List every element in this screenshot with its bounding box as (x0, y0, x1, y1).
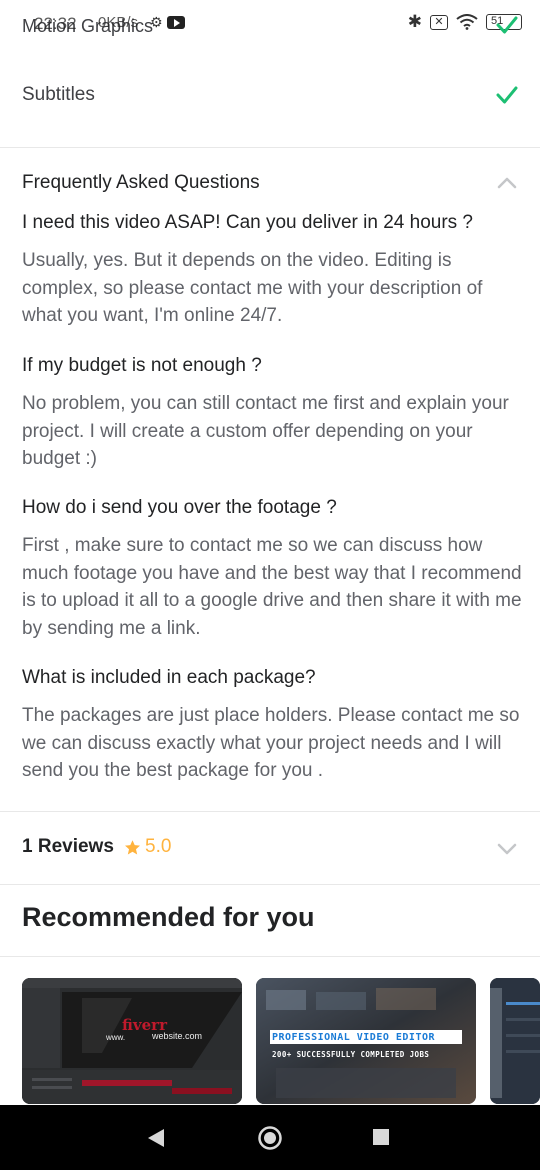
notification-icons: ⚙ (150, 14, 185, 31)
sim-off-icon: ✕ (430, 14, 448, 30)
system-navigation-bar (0, 1105, 540, 1170)
card-url-suffix: website.com (152, 1031, 203, 1041)
card-subline: 200+ SUCCESSFULLY COMPLETED JOBS (272, 1050, 430, 1059)
faq-question: How do i send you over the footage ? (22, 497, 337, 518)
status-bar: Motion Graphics 22:32 0KB/s ⚙ ✱ ✕ 51 (0, 0, 540, 50)
faq-header[interactable]: Frequently Asked Questions (22, 172, 260, 194)
settings-icon: ⚙ (150, 14, 163, 30)
rating-display: 5.0 (124, 836, 171, 858)
recommended-title: Recommended for you (22, 902, 315, 932)
chevron-up-icon[interactable] (496, 172, 518, 194)
faq-answer: No problem, you can still contact me fir… (22, 393, 509, 469)
gig-card[interactable]: PROFESSIONAL VIDEO EDITOR 200+ SUCCESSFU… (256, 978, 476, 1104)
divider (0, 956, 540, 957)
back-icon[interactable] (146, 1127, 166, 1149)
status-time: 22:32 (34, 14, 77, 33)
faq-answer: First , make sure to contact me so we ca… (22, 535, 522, 639)
star-icon (125, 839, 140, 854)
recents-icon[interactable] (373, 1129, 389, 1145)
feature-subtitles-label: Subtitles (22, 84, 95, 105)
gig-thumbnail (22, 978, 242, 1104)
chevron-down-icon[interactable] (496, 838, 518, 860)
faq-answer: The packages are just place holders. Ple… (22, 705, 520, 781)
status-network-speed: 0KB/s (98, 14, 139, 31)
rating-value: 5.0 (145, 836, 172, 857)
bluetooth-icon: ✱ (407, 12, 422, 31)
card-headline: PROFESSIONAL VIDEO EDITOR (272, 1032, 436, 1043)
wifi-icon (456, 14, 478, 30)
check-icon (496, 86, 518, 104)
faq-question: What is included in each package? (22, 667, 316, 688)
gig-thumbnail (490, 978, 540, 1104)
divider (0, 147, 540, 148)
gig-card[interactable]: fiverr www. website.com (22, 978, 242, 1104)
gig-card[interactable] (490, 978, 540, 1104)
faq-answer: Usually, yes. But it depends on the vide… (22, 250, 483, 326)
reviews-count[interactable]: 1 Reviews (22, 836, 114, 858)
faq-question: If my budget is not enough ? (22, 355, 262, 376)
youtube-icon (166, 16, 185, 29)
divider (0, 811, 540, 812)
check-icon (496, 16, 518, 34)
card-url-prefix: www. (106, 1033, 126, 1042)
faq-question: I need this video ASAP! Can you deliver … (22, 212, 473, 233)
home-icon[interactable] (257, 1125, 283, 1151)
divider (0, 884, 540, 885)
